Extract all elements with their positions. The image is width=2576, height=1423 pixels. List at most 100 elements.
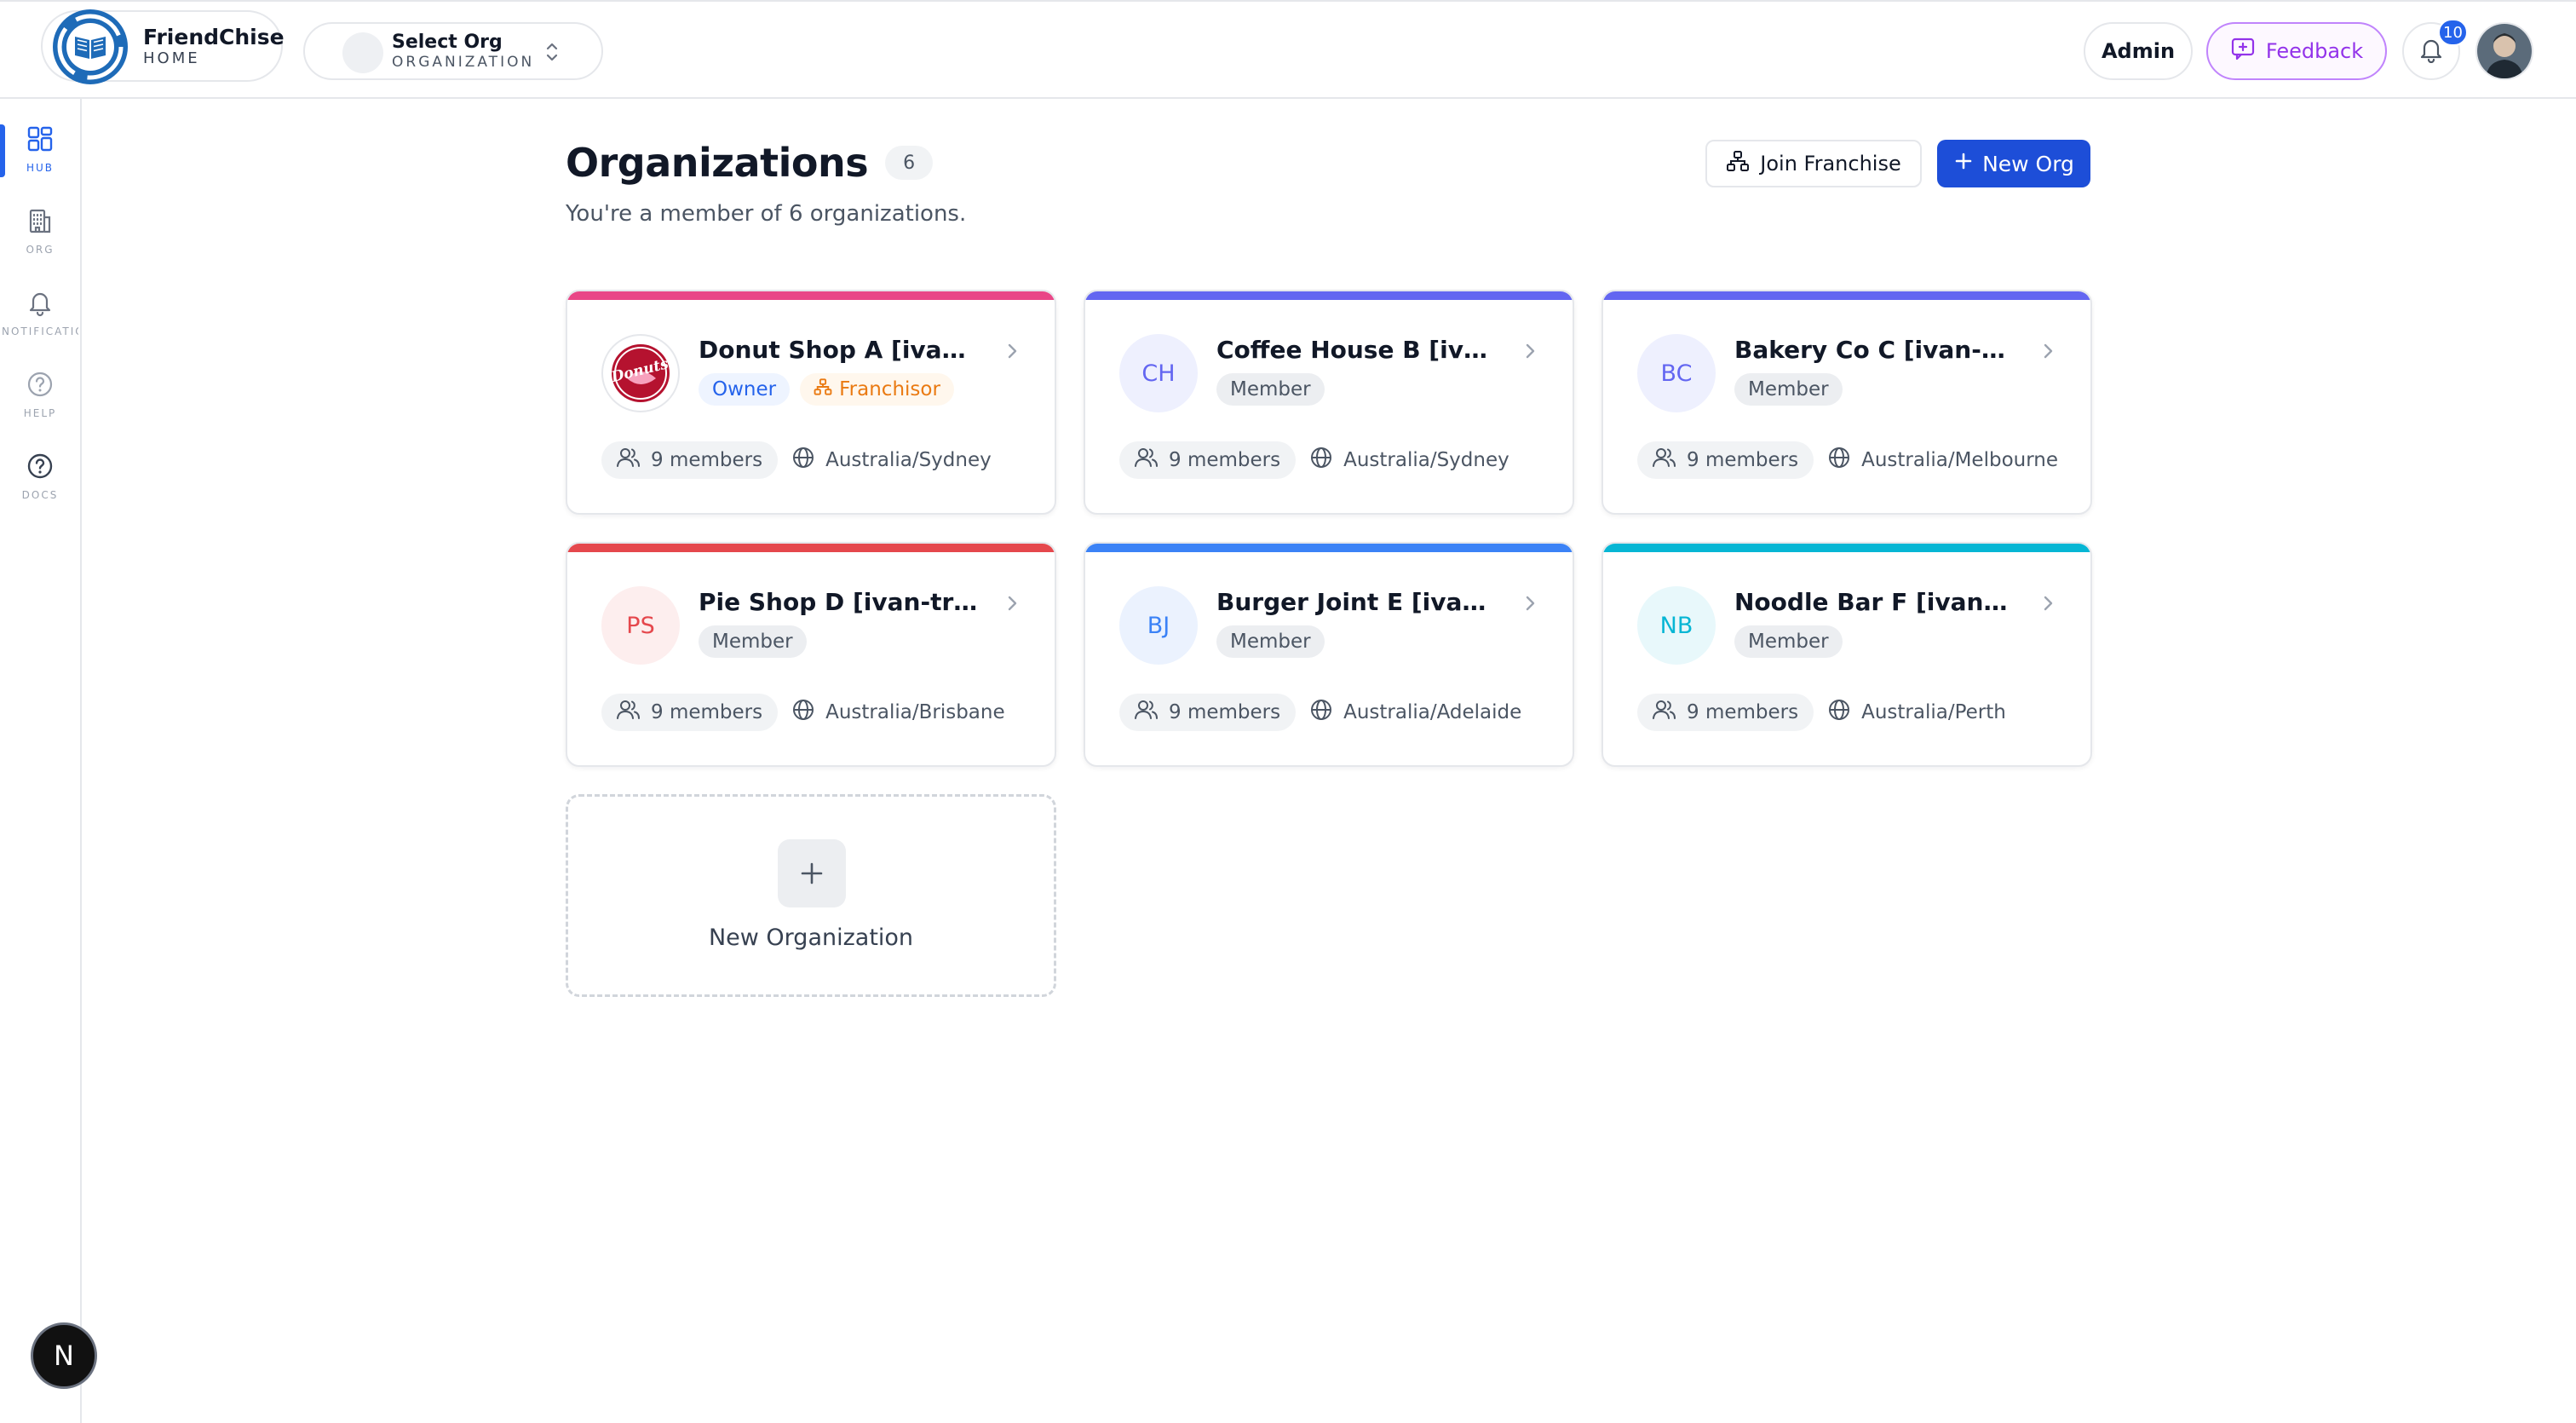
timezone-label: Australia/Sydney [1343, 449, 1509, 471]
admin-button[interactable]: Admin [2084, 22, 2193, 80]
plus-icon [778, 839, 846, 907]
org-card[interactable]: NB Noodle Bar F [ivan-tran] Member 9 mem… [1601, 542, 2092, 767]
feedback-label: Feedback [2265, 39, 2364, 63]
member-tag: Member [1734, 373, 1843, 406]
globe-icon [1827, 446, 1851, 475]
org-card[interactable]: PS Pie Shop D [ivan-tran] Member 9 membe… [566, 542, 1056, 767]
members-label: 9 members [1169, 449, 1281, 471]
card-accent-bar [567, 544, 1055, 552]
globe-icon [1309, 698, 1333, 727]
org-card[interactable]: CH Coffee House B [ivan-tran] Member 9 m… [1084, 290, 1574, 515]
chevron-right-icon [1521, 593, 1538, 617]
help-circle-icon [26, 370, 55, 402]
page-subtitle: You're a member of 6 organizations. [566, 201, 967, 227]
timezone-label: Australia/Perth [1861, 701, 2006, 723]
franchisor-tag: Franchisor [800, 373, 954, 406]
members-label: 9 members [651, 449, 763, 471]
org-card[interactable]: BJ Burger Joint E [ivan-tran] Member 9 m… [1084, 542, 1574, 767]
org-count-badge: 6 [885, 146, 934, 180]
join-franchise-button[interactable]: Join Franchise [1705, 140, 1922, 187]
brand-sub: HOME [143, 49, 200, 67]
sidebar-item-docs[interactable]: DOCS [0, 438, 80, 510]
timezone: Australia/Perth [1827, 698, 2006, 727]
card-accent-bar [1603, 291, 2090, 300]
org-initials-avatar: CH [1119, 334, 1198, 412]
org-name: Noodle Bar F [ivan-tran] [1734, 588, 2015, 616]
new-org-button[interactable]: New Org [1937, 140, 2090, 187]
card-accent-bar [1085, 291, 1573, 300]
sidebar-item-label: NOTIFICATIONS [2, 326, 78, 337]
org-initials-avatar: BJ [1119, 586, 1198, 665]
org-selector-sub: ORGANIZATION [392, 53, 535, 71]
grid-icon [26, 124, 55, 157]
new-organization-label: New Organization [708, 925, 914, 951]
page-title: Organizations [566, 140, 869, 186]
members-count: 9 members [1119, 441, 1297, 479]
chevron-updown-icon [543, 41, 561, 66]
notifications-button[interactable]: 10 [2402, 19, 2468, 80]
sidebar: HUB ORG NOTIFICATIONS HELP DOCS [0, 99, 82, 1423]
new-org-label: New Org [1982, 151, 2074, 176]
message-plus-icon [2230, 36, 2256, 66]
chevron-right-icon [2039, 341, 2056, 365]
globe-icon [1827, 698, 1851, 727]
org-card[interactable]: BC Bakery Co C [ivan-tran] Member 9 memb… [1601, 290, 2092, 515]
sidebar-item-help[interactable]: HELP [0, 356, 80, 428]
members-label: 9 members [1687, 449, 1799, 471]
org-selector-title: Select Org [392, 31, 503, 53]
member-tag: Member [699, 625, 807, 658]
globe-icon [791, 698, 815, 727]
org-initials-avatar: PS [601, 586, 680, 665]
members-count: 9 members [1119, 694, 1297, 731]
brand-name: FriendChise [143, 24, 285, 49]
member-tag: Member [1216, 373, 1325, 406]
sidebar-item-hub[interactable]: HUB [0, 111, 80, 182]
timezone: Australia/Melbourne [1827, 446, 2058, 475]
members-count: 9 members [1637, 441, 1814, 479]
users-icon [617, 446, 641, 474]
bell-icon [26, 288, 55, 320]
question-circle-icon [26, 452, 55, 484]
sidebar-item-notifications[interactable]: NOTIFICATIONS [0, 274, 80, 346]
sidebar-item-org[interactable]: ORG [0, 193, 80, 264]
globe-icon [791, 446, 815, 475]
chevron-right-icon [1003, 341, 1021, 365]
sidebar-item-label: DOCS [21, 489, 59, 501]
chevron-right-icon [1003, 593, 1021, 617]
notification-count-badge: 10 [2438, 19, 2468, 46]
members-count: 9 members [1637, 694, 1814, 731]
sidebar-item-label: HUB [26, 162, 55, 174]
timezone-label: Australia/Melbourne [1861, 449, 2058, 471]
org-name: Pie Shop D [ivan-tran] [699, 588, 980, 616]
users-icon [617, 699, 641, 726]
members-label: 9 members [651, 701, 763, 723]
book-recycle-logo-icon [49, 6, 131, 88]
users-icon [1135, 446, 1159, 474]
chevron-right-icon [1521, 341, 1538, 365]
sidebar-item-label: HELP [23, 407, 57, 419]
org-initials-avatar: NB [1637, 586, 1716, 665]
member-tag: Member [1734, 625, 1843, 658]
dev-tools-badge[interactable]: N [31, 1322, 97, 1389]
user-avatar[interactable] [2475, 22, 2533, 80]
plus-icon [1953, 151, 1974, 176]
members-count: 9 members [601, 694, 779, 731]
feedback-button[interactable]: Feedback [2206, 22, 2387, 80]
page-header: Organizations 6 You're a member of 6 org… [566, 140, 966, 227]
network-icon [814, 377, 832, 401]
timezone-label: Australia/Adelaide [1343, 701, 1522, 723]
home-button[interactable]: FriendChise HOME [41, 9, 285, 84]
card-accent-bar [1603, 544, 2090, 552]
chevron-right-icon [2039, 593, 2056, 617]
org-initials-avatar: BC [1637, 334, 1716, 412]
org-name: Bakery Co C [ivan-tran] [1734, 336, 2015, 364]
org-selector[interactable]: Select Org ORGANIZATION [303, 22, 603, 80]
card-accent-bar [1085, 544, 1573, 552]
new-organization-card[interactable]: New Organization [566, 794, 1056, 997]
timezone: Australia/Adelaide [1309, 698, 1521, 727]
org-card[interactable]: Donuts Donut Shop A [ivan-tran] Owner Fr… [566, 290, 1056, 515]
owner-tag: Owner [699, 373, 791, 406]
members-label: 9 members [1687, 701, 1799, 723]
card-accent-bar [567, 291, 1055, 300]
org-logo: Donuts [601, 334, 680, 412]
